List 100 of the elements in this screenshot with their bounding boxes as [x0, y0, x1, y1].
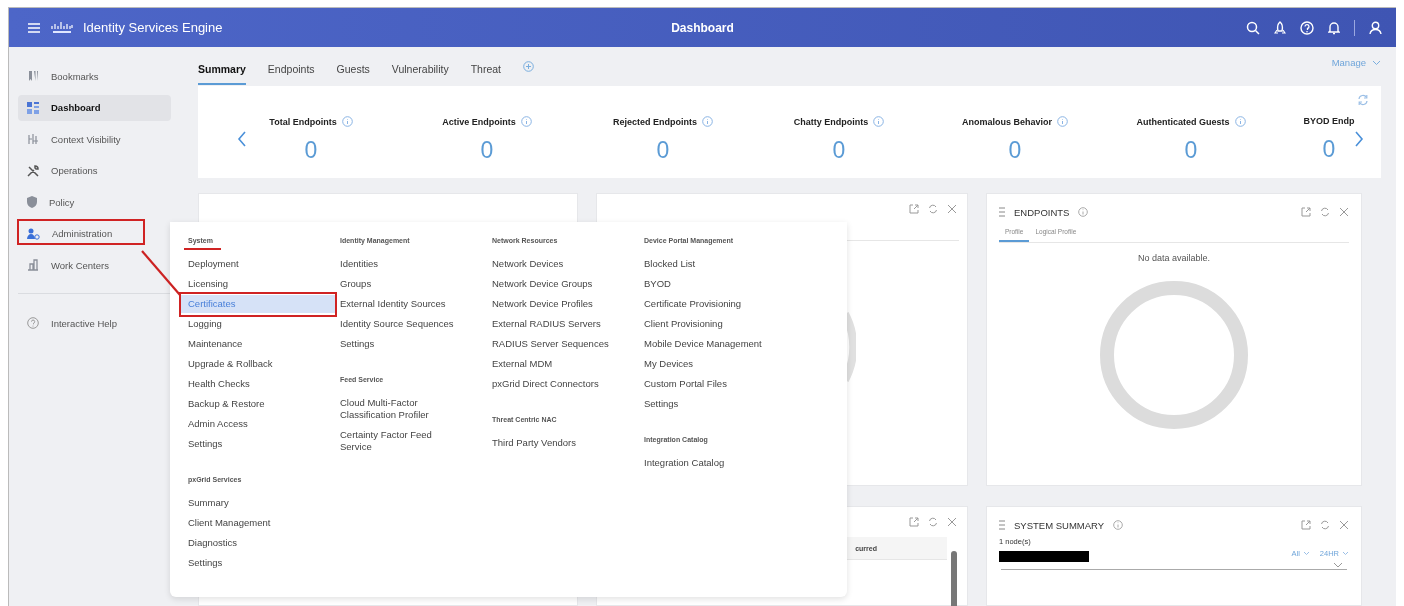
refresh-icon[interactable]	[1357, 94, 1369, 107]
rocket-icon[interactable]	[1274, 20, 1286, 35]
menu-item[interactable]: Summary	[181, 494, 313, 512]
menu-item[interactable]: BYOD	[637, 275, 769, 293]
menu-item[interactable]: Network Device Profiles	[485, 295, 617, 313]
info-icon[interactable]	[1057, 116, 1068, 128]
popout-icon[interactable]	[909, 517, 919, 527]
menu-item[interactable]: pxGrid Direct Connectors	[485, 375, 617, 393]
drag-handle-icon[interactable]	[999, 520, 1005, 530]
info-icon[interactable]	[520, 116, 532, 128]
menu-item[interactable]: External MDM	[485, 355, 617, 373]
menu-item[interactable]: Health Checks	[181, 375, 313, 393]
sidebar-item[interactable]: Context Visibility	[18, 126, 171, 152]
menu-item[interactable]: Settings	[181, 554, 313, 572]
info-icon[interactable]	[1234, 116, 1246, 128]
menu-item[interactable]: Logging	[181, 315, 313, 333]
info-icon[interactable]	[873, 116, 885, 128]
info-icon[interactable]	[1113, 520, 1124, 530]
metric-value: 0	[304, 137, 318, 165]
metric-label: Authenticated Guests	[1136, 116, 1230, 127]
tab[interactable]: Guests	[336, 48, 370, 85]
metric-value: 0	[832, 137, 846, 165]
menu-item[interactable]: Identity Source Sequences	[333, 315, 465, 333]
menu-item[interactable]: Certificate Provisioning	[637, 295, 769, 313]
menu-item[interactable]: Certainty Factor Feed Service	[333, 426, 465, 456]
empty-message: No data available.	[1136, 253, 1212, 263]
menu-item[interactable]: Integration Catalog	[637, 454, 769, 472]
close-icon[interactable]	[947, 517, 957, 527]
menu-item[interactable]: My Devices	[637, 355, 769, 373]
menu-item[interactable]: Client Provisioning	[637, 315, 769, 333]
sidebar-item[interactable]: Policy	[18, 189, 171, 215]
bookmark-icon	[27, 70, 39, 82]
metric-value: 0	[1184, 137, 1198, 165]
menu-item[interactable]: Blocked List	[637, 255, 769, 273]
menu-item[interactable]: Settings	[181, 435, 313, 453]
close-icon[interactable]	[947, 204, 957, 214]
metric-label: Anomalous Behavior	[962, 116, 1052, 127]
drag-handle-icon[interactable]	[999, 207, 1005, 217]
refresh-icon[interactable]	[928, 517, 938, 527]
popout-icon[interactable]	[909, 204, 919, 214]
metric-label: BYOD Endp	[1303, 116, 1355, 127]
info-icon[interactable]	[341, 116, 353, 128]
scrollbar[interactable]	[951, 551, 957, 606]
sidebar-item[interactable]: Work Centers	[18, 252, 171, 278]
menu-item[interactable]: Backup & Restore	[181, 395, 313, 413]
menu-item[interactable]: External RADIUS Servers	[485, 315, 617, 333]
tab[interactable]: Summary	[198, 48, 246, 85]
menu-item[interactable]: Mobile Device Management	[637, 335, 769, 353]
metric-value: 0	[656, 137, 670, 165]
menu-item[interactable]: Upgrade & Rollback	[181, 355, 313, 373]
user-icon[interactable]	[1369, 20, 1382, 35]
menu-item[interactable]: Groups	[333, 275, 465, 293]
menu-item[interactable]: RADIUS Server Sequences	[485, 335, 617, 353]
product-name: Identity Services Engine	[83, 20, 223, 35]
menu-item[interactable]: Cloud Multi-Factor Classification Profiler	[333, 394, 465, 424]
menu-item[interactable]: Identities	[333, 255, 465, 273]
tab[interactable]: Vulnerability	[391, 48, 449, 85]
menu-item[interactable]: Licensing	[181, 275, 313, 293]
sidebar-item[interactable]: Administration	[18, 220, 171, 247]
refresh-icon[interactable]	[1320, 207, 1330, 217]
sidebar-item[interactable]: Operations	[18, 157, 171, 184]
menu-item[interactable]: Diagnostics	[181, 534, 313, 552]
bell-icon[interactable]	[1328, 20, 1340, 35]
next-icon[interactable]	[1354, 131, 1364, 148]
refresh-icon[interactable]	[928, 204, 938, 214]
help-icon[interactable]	[1300, 20, 1314, 35]
menu-item[interactable]: Settings	[637, 395, 769, 413]
menu-item[interactable]: Third Party Vendors	[485, 434, 617, 452]
menu-item[interactable]: Network Devices	[485, 255, 617, 273]
tab[interactable]: Threat	[470, 48, 501, 85]
popout-icon[interactable]	[1301, 207, 1311, 217]
help-icon	[27, 317, 39, 329]
sidebar-item[interactable]: Interactive Help	[18, 310, 171, 336]
previous-icon[interactable]	[237, 131, 247, 148]
sidebar-item[interactable]: Bookmarks	[18, 63, 171, 89]
admin-icon	[27, 227, 40, 240]
menu-item[interactable]: External Identity Sources	[333, 295, 465, 313]
popout-icon[interactable]	[1301, 520, 1311, 530]
add-icon[interactable]	[523, 61, 534, 73]
metric-label: Active Endpoints	[442, 116, 516, 127]
refresh-icon[interactable]	[1320, 520, 1330, 530]
page-title: Dashboard	[671, 20, 734, 35]
menu-item[interactable]: Maintenance	[181, 335, 313, 353]
menu-item[interactable]: Custom Portal Files	[637, 375, 769, 393]
menu-item[interactable]: Client Management	[181, 514, 313, 532]
close-icon[interactable]	[1339, 520, 1349, 530]
menu-item[interactable]: Admin Access	[181, 415, 313, 433]
chevron-icon	[1372, 59, 1381, 66]
info-icon[interactable]	[702, 116, 713, 128]
menu-item[interactable]: Settings	[333, 335, 465, 353]
menu-icon[interactable]	[27, 21, 41, 34]
search-icon[interactable]	[1246, 20, 1260, 35]
menu-item[interactable]: Deployment	[181, 255, 313, 273]
close-icon[interactable]	[1339, 207, 1349, 217]
sidebar-item[interactable]: Dashboard	[18, 94, 171, 121]
metric-value: 0	[1322, 136, 1336, 164]
info-icon[interactable]	[1078, 207, 1089, 217]
tab[interactable]: Endpoints	[267, 48, 315, 85]
dashlet-title: SYSTEM SUMMARY	[1014, 519, 1105, 531]
menu-item[interactable]: Network Device Groups	[485, 275, 617, 293]
